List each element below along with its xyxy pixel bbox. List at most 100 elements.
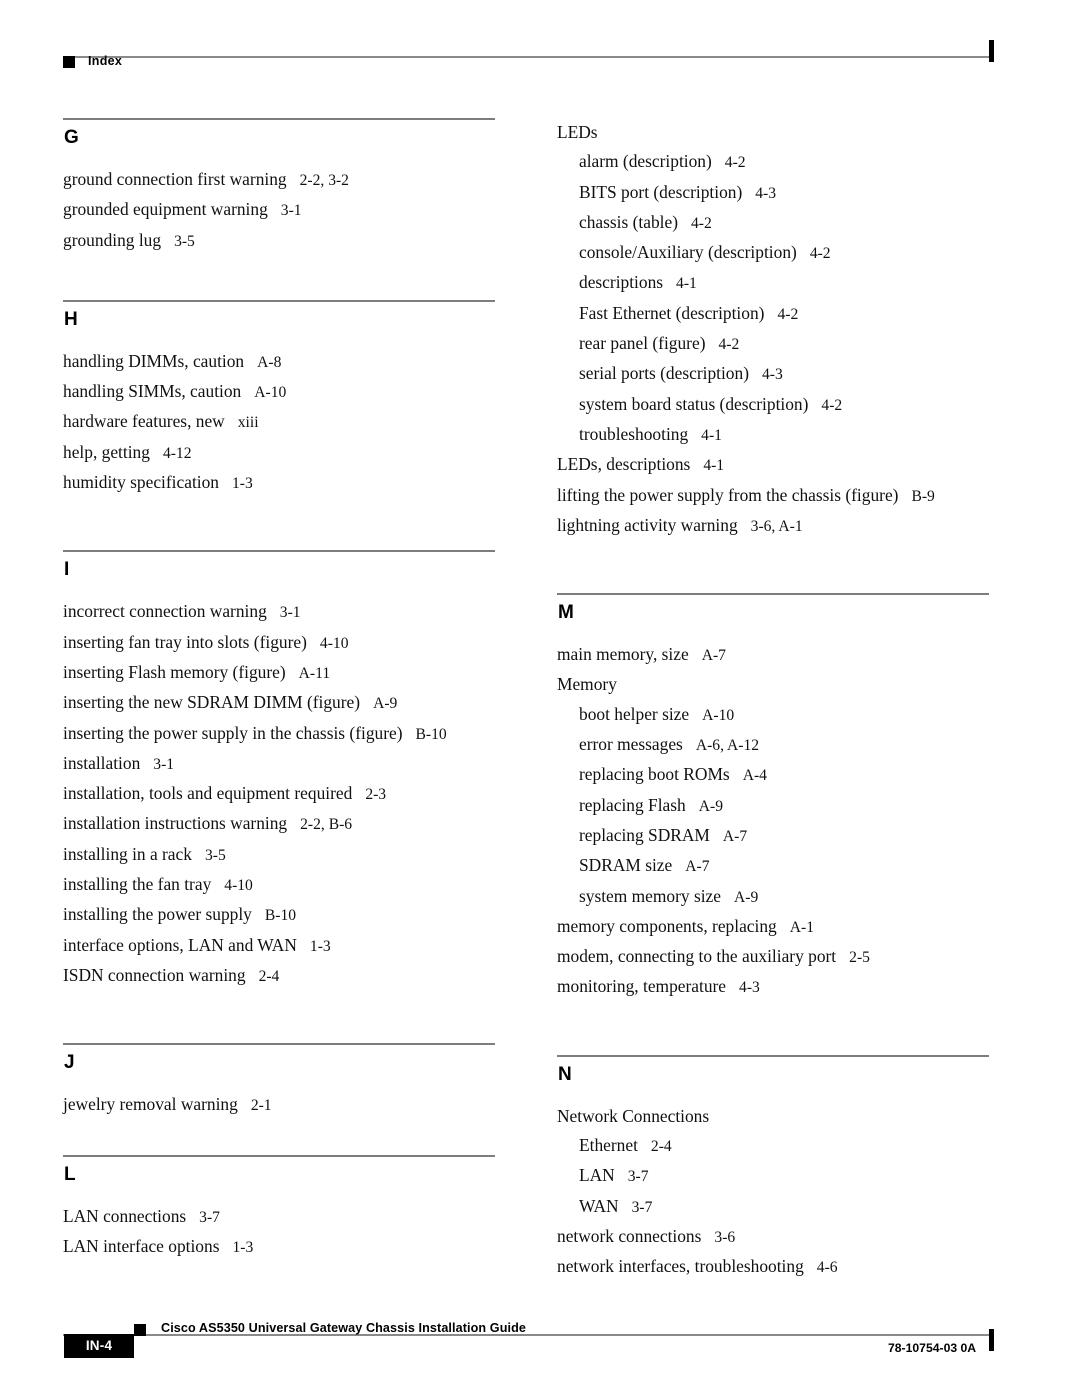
entry-locator[interactable]: 4-1 [663,275,697,292]
entry-locator[interactable]: 3-7 [186,1209,220,1226]
entry-locator[interactable]: 4-6 [804,1259,838,1276]
entry-locator[interactable]: 2-3 [352,786,386,803]
entry-term: ISDN connection warning [63,964,246,985]
index-subentry: SDRAM size A-7 [557,851,989,881]
letter-rule [557,593,989,596]
entry-term: installing in a rack [63,843,192,864]
entry-locator[interactable]: 4-1 [690,457,724,474]
entry-locator[interactable]: 4-2 [678,215,712,232]
entry-term: modem, connecting to the auxiliary port [557,946,837,967]
letter-group: Hhandling DIMMs, caution A-8 handling SIMM… [63,299,495,498]
index-entry: LEDs, descriptions 4-1 [557,450,989,480]
letter-rule [63,118,495,120]
entry-term: serial ports (description) [579,363,749,384]
entry-term: handling SIMMs, caution [63,381,242,402]
index-entry: monitoring, temperature 4-3 [557,972,989,1002]
entry-term: LAN connections [63,1205,187,1226]
black-square-icon [63,56,75,68]
entry-term: Network Connections [557,1105,710,1126]
letter-heading: H [64,308,78,330]
entry-locator[interactable]: 1-3 [219,475,253,492]
index-subentry: descriptions 4-1 [557,268,989,298]
entry-locator[interactable]: 4-10 [307,635,349,652]
entry-locator[interactable]: A-8 [244,354,281,371]
entry-locator[interactable]: 4-10 [211,877,253,894]
entry-locator[interactable]: A-6, A-12 [683,737,759,754]
entry-locator[interactable]: 4-3 [726,979,760,996]
entry-locator[interactable]: 3-5 [192,847,226,864]
entry-locator[interactable]: 3-6 [701,1229,735,1246]
index-subentry: console/Auxiliary (description) 4-2 [557,238,989,268]
entry-locator[interactable]: 2-5 [836,949,870,966]
entry-locator[interactable]: B-10 [403,726,447,743]
entry-locator[interactable]: 3-1 [267,604,301,621]
entry-locator[interactable]: 2-2, 3-2 [287,172,349,189]
index-entry-list: incorrect connection warning 3-1 inserting… [63,597,495,991]
entry-locator[interactable]: 4-3 [749,366,783,383]
index-subentry: Ethernet 2-4 [557,1131,989,1161]
entry-locator[interactable]: 3-7 [619,1199,653,1216]
index-subentry: serial ports (description) 4-3 [557,359,989,389]
entry-locator[interactable]: 4-12 [150,445,192,462]
entry-term: SDRAM size [579,855,673,876]
index-subentry: system board status (description) 4-2 [557,390,989,420]
entry-locator[interactable]: A-9 [721,889,758,906]
entry-locator[interactable]: xiii [225,414,259,431]
entry-locator[interactable]: 1-3 [297,938,331,955]
index-subentry: rear panel (figure) 4-2 [557,329,989,359]
index-entry-list: ground connection first warning 2-2, 3-2 g… [63,165,495,256]
entry-locator[interactable]: A-1 [777,919,814,936]
entry-locator[interactable]: A-7 [689,647,726,664]
entry-locator[interactable]: A-4 [730,767,767,784]
index-subentry: chassis (table) 4-2 [557,208,989,238]
index-subentry: WAN 3-7 [557,1192,989,1222]
letter-group: Iincorrect connection warning 3-1 insertin… [63,550,495,991]
entry-locator[interactable]: 2-4 [638,1138,672,1155]
entry-locator[interactable]: 4-2 [797,245,831,262]
entry-locator[interactable]: 3-6, A-1 [738,518,803,535]
entry-term: Fast Ethernet (description) [579,302,765,323]
entry-locator[interactable]: A-9 [360,695,397,712]
entry-locator[interactable]: 2-4 [246,968,280,985]
index-entry: ISDN connection warning 2-4 [63,961,495,991]
entry-locator[interactable]: 4-2 [764,306,798,323]
entry-locator[interactable]: 4-2 [712,154,746,171]
entry-term: installing the power supply [63,904,252,925]
entry-locator[interactable]: 2-2, B-6 [287,816,352,833]
entry-locator[interactable]: 4-2 [705,336,739,353]
entry-locator[interactable]: 2-1 [238,1097,272,1114]
index-subentry: boot helper size A-10 [557,700,989,730]
entry-term: error messages [579,734,683,755]
entry-term: grounded equipment warning [63,199,268,220]
entry-locator[interactable]: A-7 [672,858,709,875]
entry-locator[interactable]: A-11 [286,665,330,682]
entry-locator[interactable]: A-10 [689,707,734,724]
entry-locator[interactable]: 4-2 [808,397,842,414]
entry-term: alarm (description) [579,151,712,172]
index-subentry: alarm (description) 4-2 [557,147,989,177]
entry-locator[interactable]: A-7 [710,828,747,845]
entry-term: inserting the new SDRAM DIMM (figure) [63,692,361,713]
entry-locator[interactable]: A-10 [241,384,286,401]
entry-locator[interactable]: B-10 [252,907,296,924]
entry-term: grounding lug [63,229,162,250]
index-entry-list: LAN connections 3-7 LAN interface options 1… [63,1202,495,1263]
entry-locator[interactable]: 1-3 [219,1239,253,1256]
entry-term: LEDs [557,122,598,142]
index-entry: handling SIMMs, caution A-10 [63,377,495,407]
entry-locator[interactable]: 3-5 [161,233,195,250]
letter-rule [63,1043,495,1046]
index-entry: network connections 3-6 [557,1222,989,1252]
entry-locator[interactable]: 4-1 [688,427,722,444]
entry-locator[interactable]: 4-3 [742,185,776,202]
entry-locator[interactable]: 3-1 [268,202,302,219]
index-subentry: error messages A-6, A-12 [557,730,989,760]
entry-locator[interactable]: A-9 [686,798,723,815]
page-header: Index [0,0,1080,110]
entry-locator[interactable]: B-9 [898,488,934,505]
entry-term: LAN [579,1165,615,1186]
entry-locator[interactable]: 3-1 [140,756,174,773]
entry-locator[interactable]: 3-7 [615,1168,649,1185]
